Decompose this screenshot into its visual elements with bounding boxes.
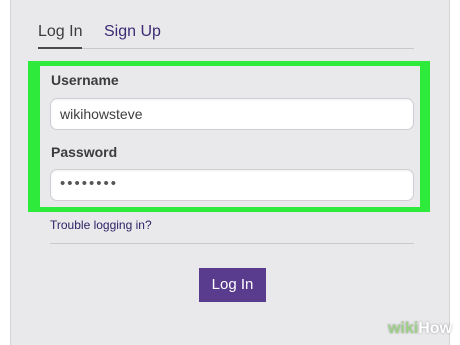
trouble-logging-in-link[interactable]: Trouble logging in? bbox=[50, 218, 152, 232]
watermark-how: How bbox=[418, 320, 452, 337]
password-label: Password bbox=[51, 144, 118, 160]
wikihow-watermark: wikiHow bbox=[388, 319, 452, 339]
password-value: •••••••• bbox=[60, 175, 119, 192]
watermark-wiki: wiki bbox=[387, 320, 419, 337]
tab-bar: Log In Sign Up bbox=[38, 12, 414, 49]
tab-log-in[interactable]: Log In bbox=[38, 22, 83, 49]
tab-sign-up[interactable]: Sign Up bbox=[104, 22, 161, 42]
log-in-button[interactable]: Log In bbox=[199, 268, 266, 302]
username-label: Username bbox=[51, 72, 119, 88]
divider bbox=[50, 243, 414, 244]
username-value: wikihowsteve bbox=[60, 106, 143, 122]
username-field[interactable]: wikihowsteve bbox=[50, 98, 414, 130]
password-field[interactable]: •••••••• bbox=[50, 169, 414, 201]
